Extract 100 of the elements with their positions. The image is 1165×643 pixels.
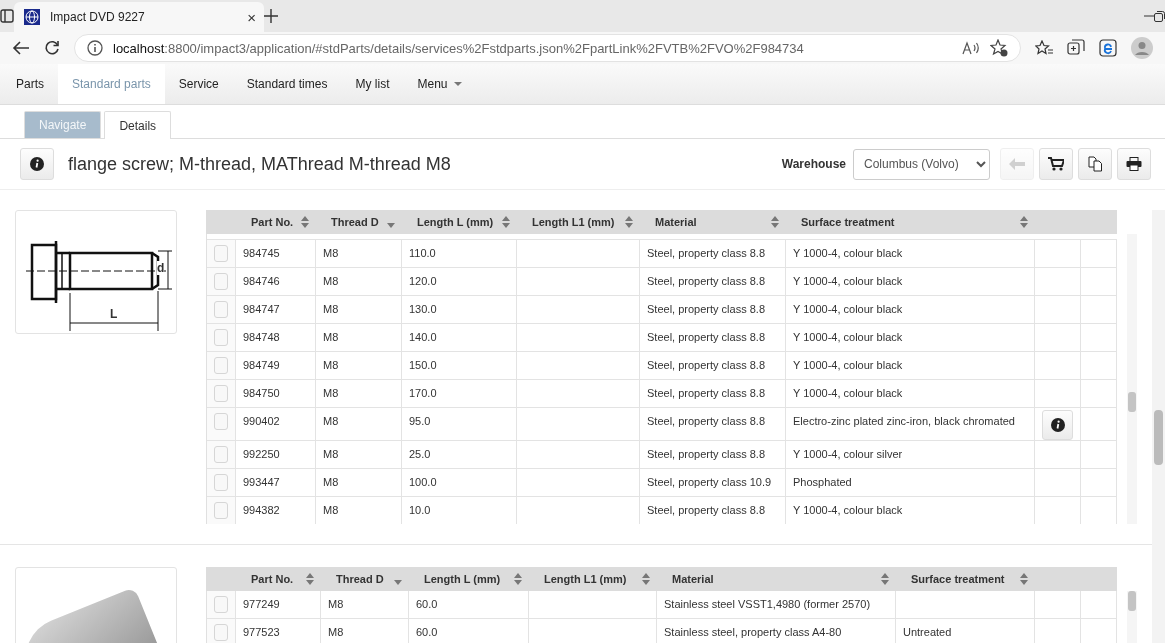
table-cell: 994382 xyxy=(243,504,280,516)
table-cell: Y 1000-4, colour black xyxy=(793,303,903,315)
column-header[interactable]: Surface treatment xyxy=(895,567,1034,591)
tab-actions-icon[interactable] xyxy=(0,9,14,23)
menu-dropdown[interactable]: Menu xyxy=(403,64,476,104)
table-cell: M8 xyxy=(323,504,339,516)
cart-button[interactable] xyxy=(1039,148,1073,180)
collections-icon[interactable] xyxy=(1067,39,1085,57)
row-checkbox[interactable] xyxy=(214,357,228,374)
table-cell: Steel, property class 10.9 xyxy=(647,476,772,488)
scrollbar-thumb[interactable] xyxy=(1128,392,1136,412)
row-checkbox[interactable] xyxy=(214,596,228,613)
table-cell: 150.0 xyxy=(409,359,437,371)
table-cell: M8 xyxy=(323,448,339,460)
table-cell: Steel, property class 8.8 xyxy=(647,359,765,371)
restore-icon[interactable] xyxy=(1154,10,1165,22)
column-header[interactable]: Length L (mm) xyxy=(408,567,528,591)
nav-tab[interactable]: Standard times xyxy=(232,64,342,104)
row-checkbox[interactable] xyxy=(214,413,228,430)
row-checkbox[interactable] xyxy=(214,624,228,641)
table-cell: Untreated xyxy=(903,626,952,638)
column-header[interactable]: Part No. xyxy=(235,210,315,234)
table-cell: 984745 xyxy=(243,247,280,259)
warehouse-select[interactable]: Columbus (Volvo) xyxy=(853,148,990,180)
column-title: Material xyxy=(655,216,697,228)
nav-tab[interactable]: Parts xyxy=(2,64,58,104)
row-checkbox[interactable] xyxy=(214,273,228,290)
table-cell: Steel, property class 8.8 xyxy=(647,303,765,315)
table-cell: 977249 xyxy=(243,598,280,610)
row-checkbox[interactable] xyxy=(214,385,228,402)
row-checkbox[interactable] xyxy=(214,502,228,519)
sort-icon[interactable] xyxy=(301,216,309,228)
address-bar[interactable]: localhost:8800/impact3/application/#stdParts/details/services%2Fstdparts.json%2FpartLink%2FVTB%2FVO%2F984734 xyxy=(74,34,1021,62)
new-tab-icon[interactable] xyxy=(264,9,278,23)
info-button[interactable] xyxy=(1042,410,1073,440)
reload-icon[interactable] xyxy=(44,40,60,56)
column-header[interactable]: Part No. xyxy=(235,567,320,591)
table-cell: 120.0 xyxy=(409,275,437,287)
arrow-left-icon xyxy=(1009,158,1025,170)
sort-icon[interactable] xyxy=(1020,573,1028,585)
sort-icon[interactable] xyxy=(1020,216,1028,228)
table-cell: 984746 xyxy=(243,275,280,287)
table-cell: Y 1000-4, colour black xyxy=(793,331,903,343)
column-header[interactable]: Length L1 (mm) xyxy=(516,210,639,234)
column-header[interactable]: Length L (mm) xyxy=(401,210,516,234)
row-checkbox[interactable] xyxy=(214,329,228,346)
column-header[interactable]: Length L1 (mm) xyxy=(528,567,656,591)
table-cell: Y 1000-4, colour black xyxy=(793,275,903,287)
column-title: Length L (mm) xyxy=(424,573,501,585)
sort-icon[interactable] xyxy=(502,216,510,228)
nav-tab[interactable]: My list xyxy=(341,64,404,104)
back-icon[interactable] xyxy=(12,40,30,56)
nav-tab[interactable]: Service xyxy=(164,64,233,104)
globe-icon xyxy=(24,9,40,25)
sort-icon[interactable] xyxy=(306,573,314,585)
info-icon[interactable] xyxy=(87,40,103,56)
table-cell: 990402 xyxy=(243,415,280,427)
page-scrollbar[interactable] xyxy=(1152,210,1165,643)
column-title: Part No. xyxy=(251,573,294,585)
table-cell: Steel, property class 8.8 xyxy=(647,275,765,287)
table-cell: 977523 xyxy=(243,626,280,638)
info-icon xyxy=(30,157,44,171)
table-cell: 60.0 xyxy=(416,598,438,610)
sort-icon[interactable] xyxy=(625,216,633,228)
copy-button[interactable] xyxy=(1078,148,1112,180)
row-checkbox[interactable] xyxy=(214,245,228,262)
row-checkbox[interactable] xyxy=(214,446,228,463)
info-button[interactable] xyxy=(20,148,54,180)
column-title: Surface treatment xyxy=(801,216,895,228)
scrollbar-thumb[interactable] xyxy=(1128,591,1136,611)
table-cell: Steel, property class 8.8 xyxy=(647,247,765,259)
dimension-label: d xyxy=(157,261,165,275)
sub-tab[interactable]: Details xyxy=(104,111,172,139)
sort-icon[interactable] xyxy=(514,573,522,585)
favorite-add-icon[interactable] xyxy=(990,39,1008,57)
read-aloud-icon[interactable] xyxy=(962,41,980,55)
table-cell: Phosphated xyxy=(793,476,852,488)
table-cell: M8 xyxy=(323,387,339,399)
sort-icon[interactable] xyxy=(771,216,779,228)
favorites-icon[interactable] xyxy=(1035,40,1053,56)
column-header[interactable]: Material xyxy=(656,567,895,591)
sort-icon[interactable] xyxy=(642,573,650,585)
sort-icon[interactable] xyxy=(881,573,889,585)
table-scrollbar[interactable] xyxy=(1127,234,1137,524)
column-header[interactable]: Surface treatment xyxy=(785,210,1034,234)
column-header[interactable]: Material xyxy=(639,210,785,234)
browser-tab[interactable]: Impact DVD 9227 × xyxy=(14,2,264,32)
column-header[interactable]: Thread D xyxy=(320,567,408,591)
table-cell: Y 1000-4, colour black xyxy=(793,247,903,259)
scrollbar-thumb[interactable] xyxy=(1154,410,1163,465)
url-text: localhost:8800/impact3/application/#stdParts/details/services%2Fstdparts.json%2FpartLink%2FVTB%2FVO%2F984734 xyxy=(113,40,804,56)
column-header[interactable]: Thread D xyxy=(315,210,401,234)
row-checkbox[interactable] xyxy=(214,301,228,318)
row-checkbox[interactable] xyxy=(214,474,228,491)
explorer-mode-icon[interactable] xyxy=(1099,39,1117,57)
table-cell: Stainless steel, property class A4-80 xyxy=(664,626,842,638)
table-cell: 984747 xyxy=(243,303,280,315)
print-button[interactable] xyxy=(1117,148,1151,180)
table-cell: M8 xyxy=(328,598,344,610)
profile-icon[interactable] xyxy=(1131,37,1153,59)
